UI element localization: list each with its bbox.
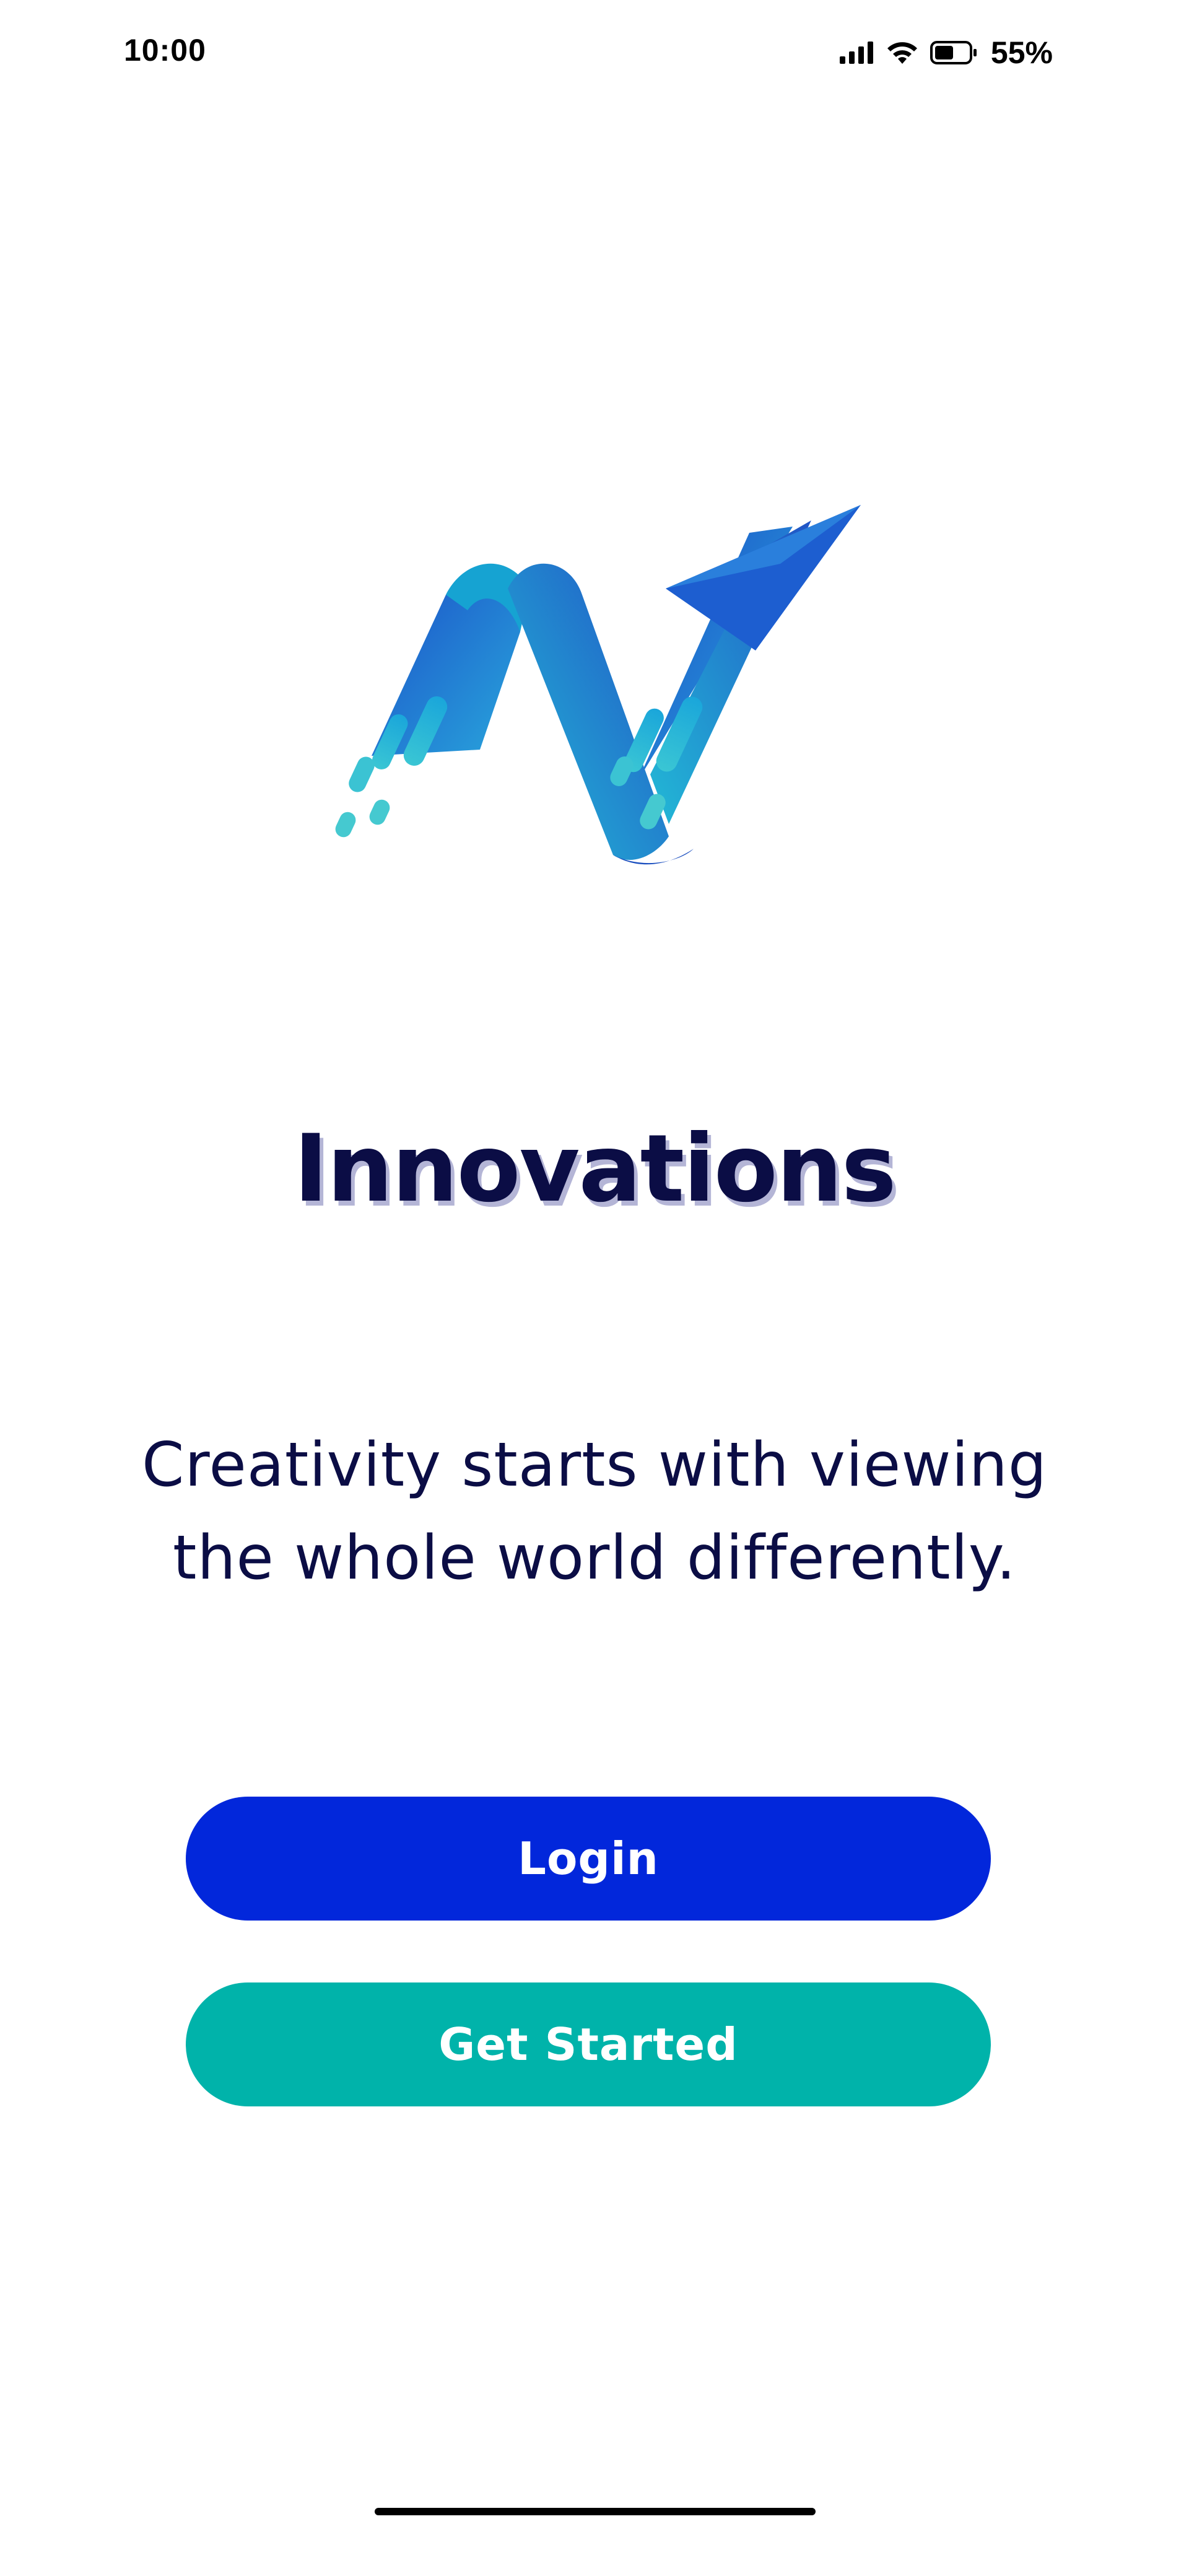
status-bar: 10:00 55% (0, 0, 1189, 105)
tagline-line-2: the whole world differently. (173, 1523, 1016, 1593)
battery-percentage: 55% (990, 35, 1053, 70)
get-started-button[interactable]: Get Started (186, 1982, 991, 2106)
battery-icon (930, 41, 977, 64)
status-icons: 55% (839, 32, 1053, 73)
tagline: Creativity starts with viewing the whole… (0, 1419, 1189, 1605)
brand-title: Innovations (294, 1115, 897, 1223)
cellular-signal-icon (839, 42, 874, 64)
home-indicator[interactable] (375, 2508, 816, 2515)
wifi-icon (886, 40, 919, 65)
tagline-line-1: Creativity starts with viewing (141, 1430, 1048, 1500)
n-arrow-logo (322, 489, 867, 911)
status-time: 10:00 (124, 33, 206, 68)
login-button[interactable]: Login (186, 1797, 991, 1921)
